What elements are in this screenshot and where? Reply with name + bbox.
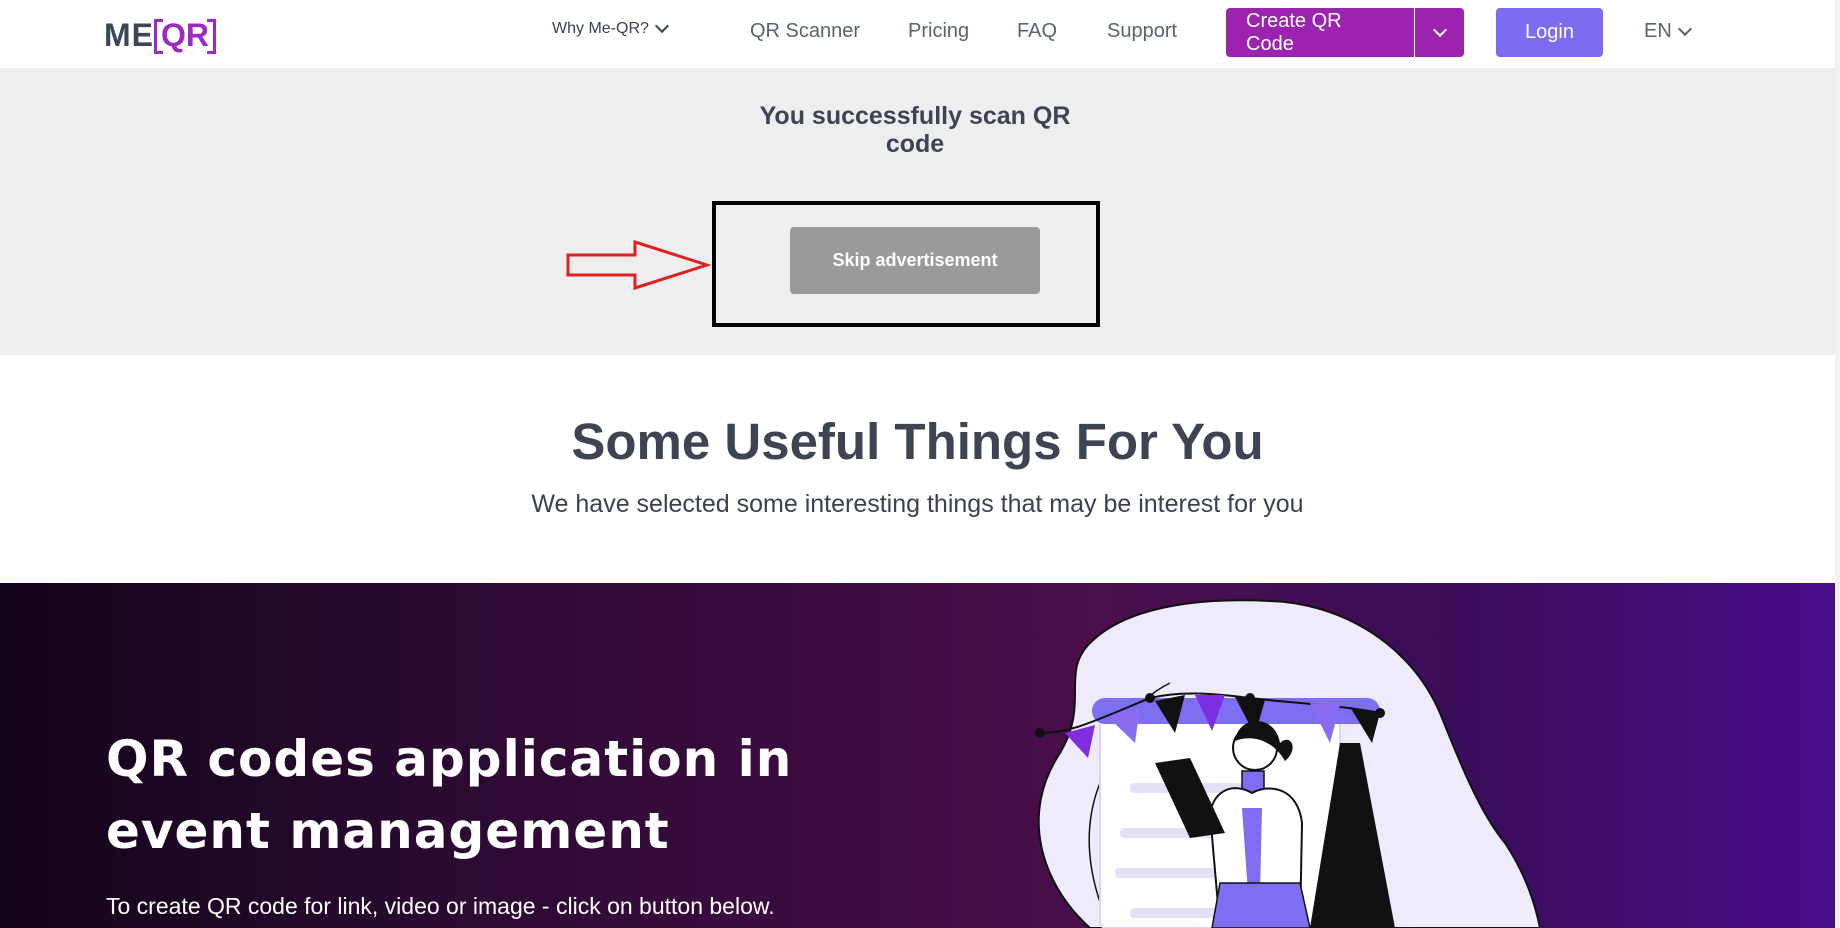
nav-pricing[interactable]: Pricing xyxy=(908,20,969,43)
scan-success-title: You successfully scan QR code xyxy=(759,102,1071,158)
scan-success-section: You successfully scan QR code Skip adver… xyxy=(0,68,1835,355)
red-arrow-icon xyxy=(566,239,711,291)
chevron-down-icon xyxy=(1677,21,1692,36)
logo-qr-text: QR xyxy=(154,17,216,54)
page-scrollbar[interactable] xyxy=(1835,0,1840,928)
create-qr-button-group: Create QR Code xyxy=(1226,8,1464,57)
skip-advertisement-button[interactable]: Skip advertisement xyxy=(790,227,1040,294)
event-illustration xyxy=(1035,599,1540,928)
login-button[interactable]: Login xyxy=(1496,8,1603,57)
chevron-down-icon xyxy=(654,18,669,34)
nav-qr-scanner[interactable]: QR Scanner xyxy=(750,20,860,43)
useful-things-subtitle: We have selected some interesting things… xyxy=(531,490,1304,518)
language-label: EN xyxy=(1644,20,1672,42)
create-qr-button[interactable]: Create QR Code xyxy=(1226,8,1414,57)
useful-things-heading: Some Useful Things For You xyxy=(571,413,1264,470)
nav-faq[interactable]: FAQ xyxy=(1017,20,1057,43)
meqr-logo[interactable]: ME QR xyxy=(104,12,216,58)
nav-why-label: Why Me-QR? xyxy=(552,20,649,37)
nav-why-meqr[interactable]: Why Me-QR? xyxy=(552,18,669,38)
nav-support[interactable]: Support xyxy=(1107,20,1177,43)
language-selector[interactable]: EN xyxy=(1644,20,1692,43)
chevron-down-icon xyxy=(1432,22,1447,37)
banner-title: QR codes application in event management xyxy=(106,730,793,860)
site-header: ME QR Why Me-QR? QR Scanner Pricing FAQ … xyxy=(0,0,1840,68)
logo-me-text: ME xyxy=(104,16,154,53)
event-management-banner: QR codes application in event management… xyxy=(0,583,1835,928)
create-qr-dropdown-button[interactable] xyxy=(1414,8,1464,57)
banner-description: To create QR code for link, video or ima… xyxy=(106,893,775,919)
